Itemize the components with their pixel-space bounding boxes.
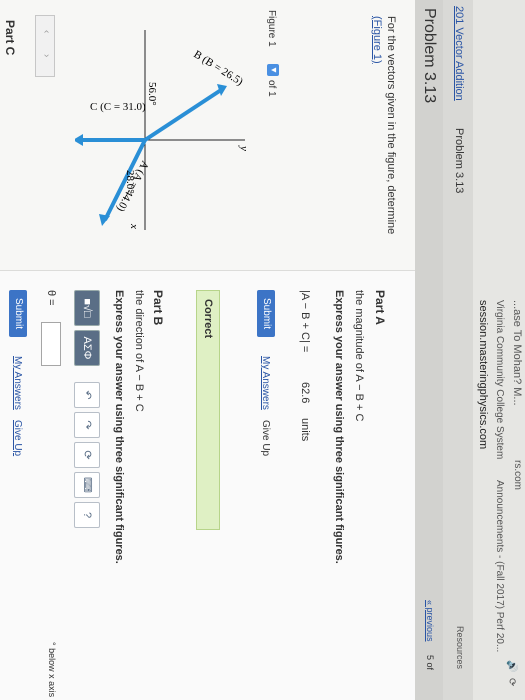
prev-figure-icon[interactable]: ‹ (41, 30, 52, 33)
breadcrumb-current: Problem 3.13 (453, 128, 465, 194)
part-a-correct-banner: Correct (196, 290, 220, 530)
refresh-icon[interactable]: ⟳ (506, 678, 517, 686)
figure-link[interactable]: (Figure 1) (371, 16, 383, 64)
rotated-screen: ...ase To Mohan? M... rs.com Virginia Co… (0, 0, 525, 700)
problem-prompt: For the vectors given in the figure, det… (385, 16, 397, 235)
part-b-submit-button[interactable]: Submit (9, 290, 27, 338)
part-b-suffix: ° below x axis (47, 642, 57, 698)
angle-right-label: 28.0° (124, 170, 136, 194)
browser-top-bar: ...ase To Mohan? M... rs.com Virginia Co… (472, 0, 525, 700)
part-a-give-up-link[interactable]: Give Up (260, 420, 271, 456)
keyboard-icon[interactable]: ⌨ (74, 472, 100, 498)
part-b-theta-label: θ = (45, 290, 57, 306)
vector-figure: x y B (B = 26.5) A (A = 44.0) C (C = 31.… (75, 30, 250, 230)
previous-link[interactable]: « previous (425, 600, 435, 642)
photo-stage: ...ase To Mohan? M... rs.com Virginia Co… (0, 0, 525, 700)
problem-right-column: Part A the magnitude of A − B + C Expres… (0, 270, 415, 700)
resources-link[interactable]: Resources (455, 626, 465, 669)
equation-toolbar: ■√□ AΣΦ ↶ ↷ ⟳ ⌨ ? (74, 290, 100, 530)
figure-counter: of 1 (266, 80, 277, 97)
page-count: 5 of (425, 655, 435, 671)
part-b-question: the direction of A − B + C (133, 290, 145, 412)
figure-label: Figure 1 (266, 10, 277, 47)
part-a-unit: units (299, 418, 311, 442)
vector-c-arrowhead (75, 134, 83, 146)
figure-selector-icon[interactable]: ▾ (267, 64, 279, 76)
part-b-give-up-link[interactable]: Give Up (12, 420, 23, 456)
x-axis-label: x (128, 223, 140, 229)
breadcrumb-bar: 201 Vector Addition Problem 3.13 Resourc… (442, 0, 473, 700)
company-name: Virginia Community College System (494, 300, 505, 460)
part-b-my-answers-link[interactable]: My Answers (12, 356, 23, 410)
announcements-link[interactable]: Announcements - (Fall 2017) Perf 20... (494, 480, 505, 652)
vector-c-label: C (C = 31.0) (90, 101, 146, 113)
redo-icon[interactable]: ↷ (74, 412, 100, 438)
part-a-my-answers-link[interactable]: My Answers (260, 356, 271, 410)
part-b-answer-input[interactable] (41, 322, 61, 366)
undo-icon[interactable]: ↶ (74, 382, 100, 408)
part-a-submit-button[interactable]: Submit (257, 290, 275, 338)
figure-pager: ‹ › (35, 15, 55, 77)
part-c-heading: Part C (3, 20, 17, 56)
speaker-icon[interactable]: 🔊 (506, 660, 517, 672)
y-axis-label: y (238, 145, 250, 151)
part-a-heading: Part A (373, 290, 387, 325)
browser-tab-title[interactable]: ...ase To Mohan? M... (511, 300, 523, 406)
part-a-question: the magnitude of A − B + C (353, 290, 365, 422)
part-b-heading: Part B (151, 290, 165, 326)
problem-title: Problem 3.13 (421, 8, 438, 104)
template-tool-icon[interactable]: ■√□ (74, 290, 100, 326)
part-b-instruction: Express your answer using three signific… (113, 290, 125, 564)
main-content: For the vectors given in the figure, det… (0, 0, 415, 700)
part-a-value: 62.6 (299, 382, 311, 404)
help-icon[interactable]: ? (74, 502, 100, 528)
problem-header-bar: Problem 3.13 « previous 5 of (414, 0, 443, 700)
vector-a-arrowhead (99, 214, 110, 226)
problem-left-column: For the vectors given in the figure, det… (0, 0, 415, 271)
vector-b-label: B (B = 26.5) (191, 48, 245, 88)
url-bar[interactable]: session.masteringphysics.com (477, 300, 489, 449)
symbol-tool-icon[interactable]: AΣΦ (74, 330, 100, 366)
breadcrumb-link[interactable]: 201 Vector Addition (453, 6, 465, 101)
part-a-expression: |A − B + C| = (299, 290, 311, 353)
angle-left-label: 56.0° (146, 82, 158, 106)
next-figure-icon[interactable]: › (41, 54, 52, 57)
part-a-instruction: Express your answer using three signific… (333, 290, 345, 564)
reset-icon[interactable]: ⟳ (74, 442, 100, 468)
browser-tab-partial[interactable]: rs.com (512, 460, 523, 490)
